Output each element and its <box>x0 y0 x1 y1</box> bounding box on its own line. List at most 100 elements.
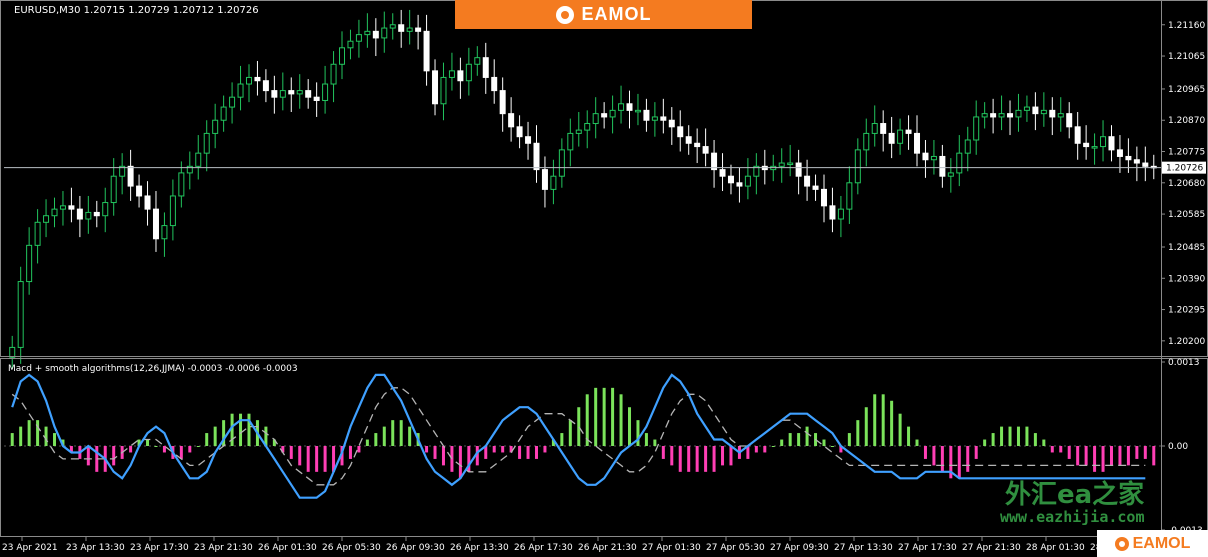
histogram-bar <box>940 446 944 472</box>
histogram-bar <box>10 433 14 446</box>
candle-body <box>169 195 176 227</box>
histogram-bar <box>678 446 682 472</box>
candle-body <box>778 162 785 167</box>
candle-body <box>930 155 937 161</box>
candle-body <box>178 172 185 197</box>
histogram-bar <box>315 446 319 472</box>
candle-body <box>330 63 337 85</box>
candle-body <box>1133 159 1140 164</box>
histogram-bar <box>44 426 48 446</box>
histogram-bar <box>1118 446 1122 466</box>
histogram-bar <box>391 420 395 446</box>
time-tick-label: 27 Apr 21:30 <box>962 543 1021 553</box>
histogram-bar <box>382 426 386 446</box>
candle-body <box>406 27 413 32</box>
histogram-bar <box>1143 446 1147 459</box>
histogram-bar <box>19 426 23 446</box>
candle-body <box>1091 146 1098 149</box>
top-banner: EAMOL <box>455 0 752 29</box>
histogram-bar <box>712 446 716 472</box>
histogram-bar <box>568 420 572 446</box>
histogram-bar <box>966 446 970 472</box>
histogram-bar <box>239 413 243 446</box>
histogram-bar <box>907 426 911 446</box>
histogram-bar <box>154 446 158 447</box>
candle-body <box>161 225 168 240</box>
candle-body <box>618 103 625 111</box>
histogram-bar <box>1093 446 1097 472</box>
histogram-bar <box>1109 446 1113 466</box>
candle-body <box>871 123 878 134</box>
candle-body <box>482 57 489 78</box>
candle-body <box>787 162 794 166</box>
indicator-tick-label: 0.00 <box>1168 442 1188 452</box>
histogram-bar <box>458 446 462 479</box>
histogram-bar <box>729 446 733 466</box>
histogram-bar <box>822 439 826 446</box>
candle-body <box>601 113 608 118</box>
histogram-bar <box>492 446 496 453</box>
price-tick-label: 1.20200 <box>1168 337 1205 347</box>
candle-body <box>1116 149 1123 157</box>
candle-body <box>1125 155 1132 161</box>
histogram-bar <box>873 394 877 446</box>
candle-body <box>1049 109 1056 118</box>
histogram-bar <box>1067 446 1071 459</box>
histogram-bar <box>890 400 894 446</box>
histogram-bar <box>1126 446 1130 466</box>
candle-body <box>1040 109 1047 115</box>
candle-body <box>897 129 904 144</box>
candle-body <box>212 119 219 134</box>
price-tick-label: 1.21065 <box>1168 52 1205 62</box>
candle-body <box>254 76 261 82</box>
candle-body <box>347 40 354 49</box>
histogram-bar <box>577 407 581 446</box>
candle-body <box>322 83 329 101</box>
candle-body <box>643 109 650 121</box>
candle-body <box>398 24 405 32</box>
candle-body <box>1023 106 1030 111</box>
histogram-bar <box>450 446 454 472</box>
histogram-bar <box>1152 446 1156 466</box>
candle-body <box>541 169 548 190</box>
candle-body <box>1057 113 1064 118</box>
candle-body <box>820 188 827 207</box>
histogram-bar <box>1076 446 1080 466</box>
price-tick-label: 1.20585 <box>1168 210 1205 220</box>
candle-body <box>432 70 439 105</box>
candle-body <box>914 132 921 154</box>
histogram-bar <box>526 446 530 459</box>
histogram-bar <box>298 446 302 466</box>
candle-body <box>85 211 92 220</box>
histogram-bar <box>636 420 640 446</box>
histogram-bar <box>162 446 166 453</box>
candle-body <box>220 106 227 121</box>
histogram-bar <box>1033 433 1037 446</box>
histogram-bar <box>1059 446 1063 453</box>
histogram-bar <box>602 387 606 446</box>
candle-body <box>262 80 269 92</box>
time-tick-label: 23 Apr 2021 <box>2 543 58 553</box>
candle-body <box>1007 113 1014 118</box>
histogram-bar <box>543 446 547 453</box>
candle-body <box>271 90 278 98</box>
price-tick-label: 1.21160 <box>1168 21 1205 31</box>
time-tick-label: 27 Apr 13:30 <box>834 543 893 553</box>
candle-body <box>389 24 396 29</box>
histogram-bar <box>112 446 116 466</box>
candle-body <box>668 119 675 128</box>
histogram-bar <box>611 387 615 446</box>
candle-body <box>525 136 532 144</box>
histogram-bar <box>670 446 674 466</box>
histogram-bar <box>847 433 851 446</box>
histogram-bar <box>323 446 327 472</box>
time-tick-label: 23 Apr 21:30 <box>194 543 253 553</box>
candle-body <box>381 27 388 39</box>
bottom-logo-text: EAMOL <box>1132 534 1191 552</box>
histogram-bar <box>661 446 665 459</box>
histogram-bar <box>687 446 691 472</box>
histogram-bar <box>830 446 834 447</box>
candle-body <box>956 152 963 174</box>
candle-body <box>677 126 684 138</box>
candle-body <box>296 90 303 95</box>
